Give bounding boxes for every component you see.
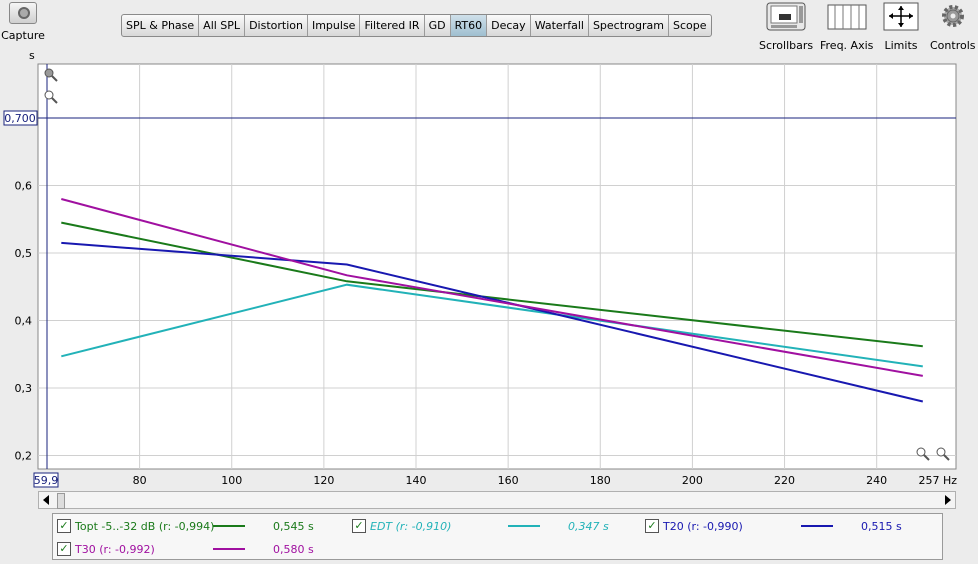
tab-gd[interactable]: GD — [425, 15, 451, 36]
legend-item: ✓ Topt -5..-32 dB (r: -0,994) 0,545 s — [57, 519, 343, 533]
legend-series-value: 0,580 s — [273, 542, 314, 556]
cursor-x-readout: 59,9 — [34, 474, 59, 487]
scrollbars-label: Scrollbars — [759, 39, 814, 52]
legend-swatch — [508, 525, 540, 527]
camera-icon — [9, 2, 37, 24]
legend-series-value: 0,545 s — [273, 519, 314, 533]
legend-item: ✓ T20 (r: -0,990) 0,515 s — [645, 519, 931, 533]
legend-item: ✓ T30 (r: -0,992) 0,580 s — [57, 542, 343, 556]
legend-series-name: EDT (r: -0,910) — [370, 519, 452, 533]
controls-button[interactable]: Controls — [930, 2, 976, 52]
x-tick-label: 220 — [774, 474, 795, 487]
tab-waterfall[interactable]: Waterfall — [531, 15, 589, 36]
scroll-right-icon[interactable] — [945, 495, 951, 505]
gear-icon — [941, 5, 964, 27]
scroll-left-icon[interactable] — [43, 495, 49, 505]
tab-rt60[interactable]: RT60 — [450, 15, 488, 36]
graph-tabs: SPL & Phase All SPL Distortion Impulse Filte… — [121, 14, 712, 37]
tab-scope[interactable]: Scope — [669, 15, 711, 36]
scrollbars-button[interactable]: Scrollbars — [759, 2, 813, 52]
limits-label: Limits — [884, 39, 918, 52]
freq-axis-button[interactable]: Freq. Axis — [820, 2, 873, 52]
y-tick-label: 0,5 — [15, 247, 33, 260]
x-tick-label: 240 — [866, 474, 887, 487]
tab-distortion[interactable]: Distortion — [245, 15, 308, 36]
scrollbars-icon — [766, 2, 806, 31]
y-tick-label: 0,6 — [15, 180, 33, 193]
freq-axis-label: Freq. Axis — [820, 39, 874, 52]
legend-swatch — [213, 525, 245, 527]
plot-area — [37, 63, 957, 470]
tab-spectrogram[interactable]: Spectrogram — [589, 15, 670, 36]
cursor-y-readout: 0,700 — [4, 112, 36, 125]
legend-checkbox[interactable]: ✓ — [57, 519, 71, 533]
x-tick-label: 140 — [406, 474, 427, 487]
capture-button[interactable]: Capture — [0, 2, 46, 42]
x-tick-label: 80 — [133, 474, 147, 487]
controls-label: Controls — [930, 39, 976, 52]
x-tick-label: 257 Hz — [918, 474, 957, 487]
y-tick-label: 0,3 — [15, 382, 33, 395]
legend-series-name: T30 (r: -0,992) — [75, 542, 155, 556]
x-tick-label: 200 — [682, 474, 703, 487]
legend-panel: ✓ Topt -5..-32 dB (r: -0,994) 0,545 s ✓ EDT … — [52, 513, 943, 560]
y-tick-label: 0,2 — [15, 450, 33, 463]
x-tick-label: 180 — [590, 474, 611, 487]
x-tick-label: 100 — [221, 474, 242, 487]
tab-filtered-ir[interactable]: Filtered IR — [360, 15, 425, 36]
y-tick-label: 0,4 — [15, 315, 33, 328]
legend-series-value: 0,347 s — [568, 519, 609, 533]
legend-swatch — [213, 548, 245, 550]
tab-decay[interactable]: Decay — [487, 15, 531, 36]
legend-item: ✓ EDT (r: -0,910) 0,347 s — [352, 519, 638, 533]
legend-series-name: T20 (r: -0,990) — [663, 519, 743, 533]
freq-axis-icon — [827, 4, 867, 30]
x-tick-label: 160 — [498, 474, 519, 487]
scroll-thumb[interactable] — [57, 493, 65, 509]
limits-button[interactable]: Limits — [883, 2, 919, 52]
legend-swatch — [801, 525, 833, 527]
legend-series-value: 0,515 s — [861, 519, 902, 533]
x-tick-label: 120 — [313, 474, 334, 487]
tab-spl-phase[interactable]: SPL & Phase — [122, 15, 200, 36]
legend-series-name: Topt -5..-32 dB (r: -0,994) — [75, 519, 215, 533]
tab-impulse[interactable]: Impulse — [308, 15, 361, 36]
capture-label: Capture — [1, 29, 45, 42]
legend-checkbox[interactable]: ✓ — [352, 519, 366, 533]
legend-checkbox[interactable]: ✓ — [645, 519, 659, 533]
tab-all-spl[interactable]: All SPL — [199, 15, 246, 36]
limits-icon — [883, 2, 919, 31]
legend-checkbox[interactable]: ✓ — [57, 542, 71, 556]
horizontal-scrollbar[interactable] — [38, 491, 956, 509]
rt60-chart[interactable]: 0,700 59,9 80 100 120 140 160 180 200 220 240 257 … — [0, 60, 978, 490]
